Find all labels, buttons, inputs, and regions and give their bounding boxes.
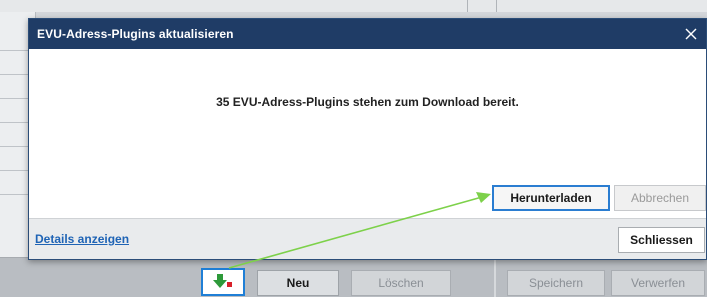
discard-button[interactable]: Verwerfen (611, 270, 705, 296)
dialog-title: EVU-Adress-Plugins aktualisieren (37, 27, 234, 41)
show-details-link[interactable]: Details anzeigen (35, 232, 129, 246)
dialog-close-button[interactable] (678, 20, 704, 48)
download-arrow-icon (213, 274, 232, 288)
close-dialog-button[interactable]: Schliessen (618, 227, 705, 253)
dialog-message: 35 EVU-Adress-Plugins stehen zum Downloa… (216, 95, 519, 109)
dialog-titlebar: EVU-Adress-Plugins aktualisieren (29, 19, 706, 49)
background-header-strip (0, 0, 707, 12)
delete-button[interactable]: Löschen (351, 270, 451, 296)
save-button[interactable]: Speichern (507, 270, 605, 296)
new-button[interactable]: Neu (257, 270, 339, 296)
download-plugins-button[interactable] (201, 268, 245, 296)
download-button[interactable]: Herunterladen (492, 185, 610, 211)
dialog-footer: Details anzeigen Schliessen (29, 218, 706, 259)
update-plugins-dialog: EVU-Adress-Plugins aktualisieren 35 EVU-… (28, 18, 707, 260)
close-icon (685, 28, 697, 40)
cancel-button: Abbrechen (614, 185, 706, 211)
column-divider (496, 0, 497, 12)
column-divider (467, 0, 468, 12)
toolbar-divider (494, 257, 496, 297)
